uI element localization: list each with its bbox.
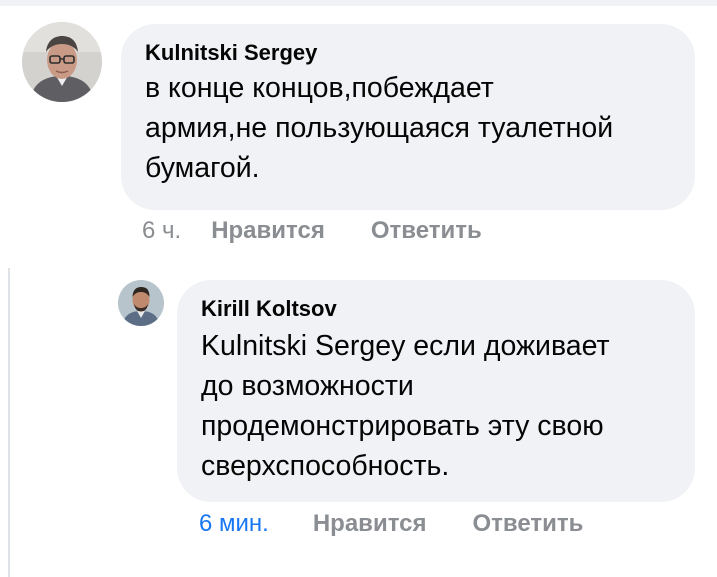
comment-body: Kulnitski Sergey если доживает до возмож… [201, 326, 671, 486]
like-button[interactable]: Нравится [211, 217, 325, 245]
comment-author[interactable]: Kirill Koltsov [201, 296, 671, 322]
comments-screen: { "comments": [ { "author": "Kulnitski S… [0, 0, 717, 577]
like-button[interactable]: Нравится [313, 510, 427, 538]
comment-body: в конце концов,побеждает армия,не пользу… [145, 68, 671, 188]
comment-bubble: Kulnitski Sergey в конце концов,побеждае… [121, 24, 695, 210]
comment-text-line: бумагой. [145, 152, 260, 184]
comment-text-line: Kulnitski Sergey если доживает [201, 330, 610, 362]
comment-text-line: армия,не пользующаяся туалетной [145, 112, 614, 144]
reply-button[interactable]: Ответить [371, 217, 482, 245]
comment-text-line: до возможности [201, 370, 414, 402]
avatar[interactable] [22, 22, 102, 102]
comment-text-line: продемонстрировать эту свою [201, 410, 604, 442]
reply-thread-line [8, 268, 10, 577]
comment-author[interactable]: Kulnitski Sergey [145, 40, 671, 66]
user-photo-icon [118, 280, 164, 326]
reply-button[interactable]: Ответить [472, 510, 583, 538]
user-photo-icon [22, 22, 102, 102]
previous-item-edge [0, 0, 717, 6]
comment-time[interactable]: 6 мин. [199, 510, 269, 538]
comment-time[interactable]: 6 ч. [142, 217, 181, 245]
avatar[interactable] [118, 280, 164, 326]
comment-text-line: сверхспособность. [201, 450, 450, 482]
comment-actions: 6 мин. Нравится Ответить [199, 510, 583, 538]
comment-bubble: Kirill Koltsov Kulnitski Sergey если дож… [177, 280, 695, 502]
comment-actions: 6 ч. Нравится Ответить [142, 217, 482, 245]
comment-text-line: в конце концов,побеждает [145, 72, 494, 104]
